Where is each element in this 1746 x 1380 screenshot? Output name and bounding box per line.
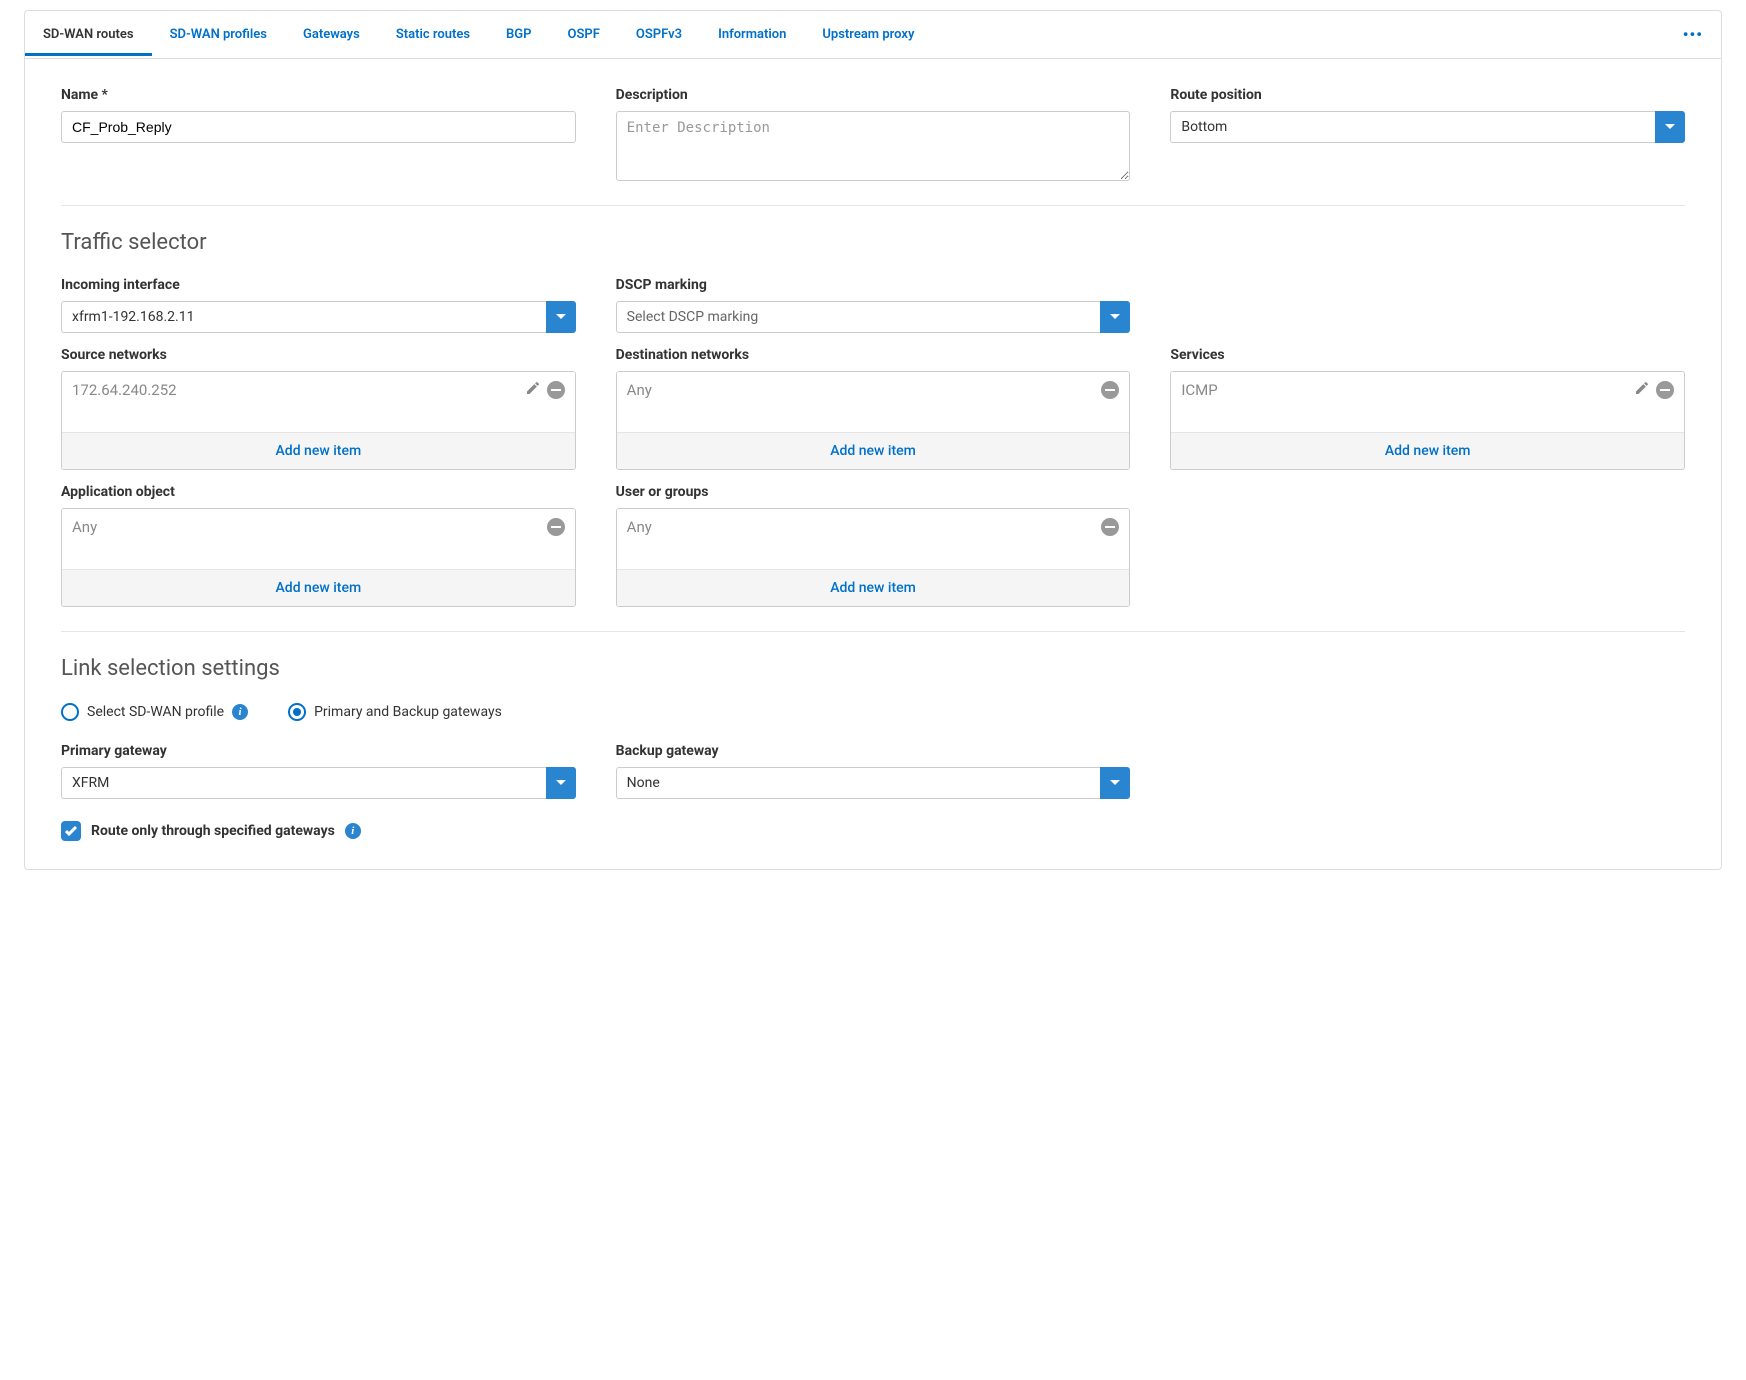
chevron-down-icon[interactable] bbox=[1100, 767, 1130, 799]
tab-bgp[interactable]: BGP bbox=[488, 13, 549, 56]
description-input[interactable] bbox=[616, 111, 1131, 181]
remove-icon[interactable] bbox=[547, 381, 565, 399]
radio-sdwan-profile[interactable]: Select SD-WAN profile i bbox=[61, 703, 248, 721]
source-networks-label: Source networks bbox=[61, 347, 576, 363]
remove-icon[interactable] bbox=[547, 518, 565, 536]
add-new-item-button[interactable]: Add new item bbox=[62, 432, 575, 469]
add-new-item-button[interactable]: Add new item bbox=[617, 432, 1130, 469]
destination-networks-box: Any Add new item bbox=[616, 371, 1131, 470]
primary-gateway-value: XFRM bbox=[61, 767, 546, 799]
application-object-label: Application object bbox=[61, 484, 576, 500]
list-item: Any bbox=[617, 509, 1130, 545]
info-icon[interactable]: i bbox=[232, 704, 248, 720]
destination-networks-label: Destination networks bbox=[616, 347, 1131, 363]
add-new-item-button[interactable]: Add new item bbox=[1171, 432, 1684, 469]
list-item: Any bbox=[617, 372, 1130, 408]
remove-icon[interactable] bbox=[1101, 381, 1119, 399]
name-input[interactable] bbox=[61, 111, 576, 143]
traffic-selector-title: Traffic selector bbox=[61, 230, 1685, 255]
description-label: Description bbox=[616, 87, 1131, 103]
source-networks-box: 172.64.240.252 Add new item bbox=[61, 371, 576, 470]
tab-bar: SD-WAN routes SD-WAN profiles Gateways S… bbox=[24, 10, 1722, 59]
remove-icon[interactable] bbox=[1101, 518, 1119, 536]
list-item: ICMP bbox=[1171, 372, 1684, 408]
tab-sdwan-routes[interactable]: SD-WAN routes bbox=[25, 13, 152, 56]
chevron-down-icon[interactable] bbox=[546, 301, 576, 333]
primary-gateway-select[interactable]: XFRM bbox=[61, 767, 576, 799]
radio-primary-backup-label: Primary and Backup gateways bbox=[314, 704, 502, 720]
dscp-marking-value: Select DSCP marking bbox=[616, 301, 1101, 333]
radio-icon bbox=[288, 703, 306, 721]
primary-gateway-label: Primary gateway bbox=[61, 743, 576, 759]
remove-icon[interactable] bbox=[1656, 381, 1674, 399]
services-box: ICMP Add new item bbox=[1170, 371, 1685, 470]
route-position-value: Bottom bbox=[1170, 111, 1655, 143]
tab-gateways[interactable]: Gateways bbox=[285, 13, 378, 56]
radio-icon bbox=[61, 703, 79, 721]
edit-icon[interactable] bbox=[525, 380, 541, 400]
add-new-item-button[interactable]: Add new item bbox=[62, 569, 575, 606]
info-icon[interactable]: i bbox=[345, 823, 361, 839]
chevron-down-icon[interactable] bbox=[1100, 301, 1130, 333]
route-only-checkbox[interactable] bbox=[61, 821, 81, 841]
application-object-item: Any bbox=[72, 518, 97, 536]
link-selection-title: Link selection settings bbox=[61, 656, 1685, 681]
services-label: Services bbox=[1170, 347, 1685, 363]
backup-gateway-select[interactable]: None bbox=[616, 767, 1131, 799]
route-only-label: Route only through specified gateways bbox=[91, 823, 335, 839]
tab-ospfv3[interactable]: OSPFv3 bbox=[618, 13, 700, 56]
edit-icon[interactable] bbox=[1634, 380, 1650, 400]
dscp-marking-select[interactable]: Select DSCP marking bbox=[616, 301, 1131, 333]
list-item: 172.64.240.252 bbox=[62, 372, 575, 408]
chevron-down-icon[interactable] bbox=[1655, 111, 1685, 143]
dscp-marking-label: DSCP marking bbox=[616, 277, 1131, 293]
tab-more-icon[interactable]: ••• bbox=[1665, 11, 1721, 58]
tab-ospf[interactable]: OSPF bbox=[550, 13, 618, 56]
add-new-item-button[interactable]: Add new item bbox=[617, 569, 1130, 606]
destination-networks-item: Any bbox=[627, 381, 652, 399]
application-object-box: Any Add new item bbox=[61, 508, 576, 607]
incoming-interface-value: xfrm1-192.168.2.11 bbox=[61, 301, 546, 333]
backup-gateway-label: Backup gateway bbox=[616, 743, 1131, 759]
route-position-select[interactable]: Bottom bbox=[1170, 111, 1685, 143]
chevron-down-icon[interactable] bbox=[546, 767, 576, 799]
user-groups-label: User or groups bbox=[616, 484, 1131, 500]
radio-sdwan-profile-label: Select SD-WAN profile bbox=[87, 704, 224, 720]
route-position-label: Route position bbox=[1170, 87, 1685, 103]
tab-sdwan-profiles[interactable]: SD-WAN profiles bbox=[152, 13, 285, 56]
services-item: ICMP bbox=[1181, 381, 1217, 399]
user-groups-item: Any bbox=[627, 518, 652, 536]
tab-information[interactable]: Information bbox=[700, 13, 804, 56]
user-groups-box: Any Add new item bbox=[616, 508, 1131, 607]
incoming-interface-label: Incoming interface bbox=[61, 277, 576, 293]
form-panel: Name * Description Route position Bottom… bbox=[24, 59, 1722, 870]
source-networks-item: 172.64.240.252 bbox=[72, 381, 177, 399]
tab-static-routes[interactable]: Static routes bbox=[378, 13, 488, 56]
list-item: Any bbox=[62, 509, 575, 545]
tab-upstream-proxy[interactable]: Upstream proxy bbox=[804, 13, 932, 56]
backup-gateway-value: None bbox=[616, 767, 1101, 799]
name-label: Name * bbox=[61, 87, 576, 103]
incoming-interface-select[interactable]: xfrm1-192.168.2.11 bbox=[61, 301, 576, 333]
radio-primary-backup[interactable]: Primary and Backup gateways bbox=[288, 703, 502, 721]
